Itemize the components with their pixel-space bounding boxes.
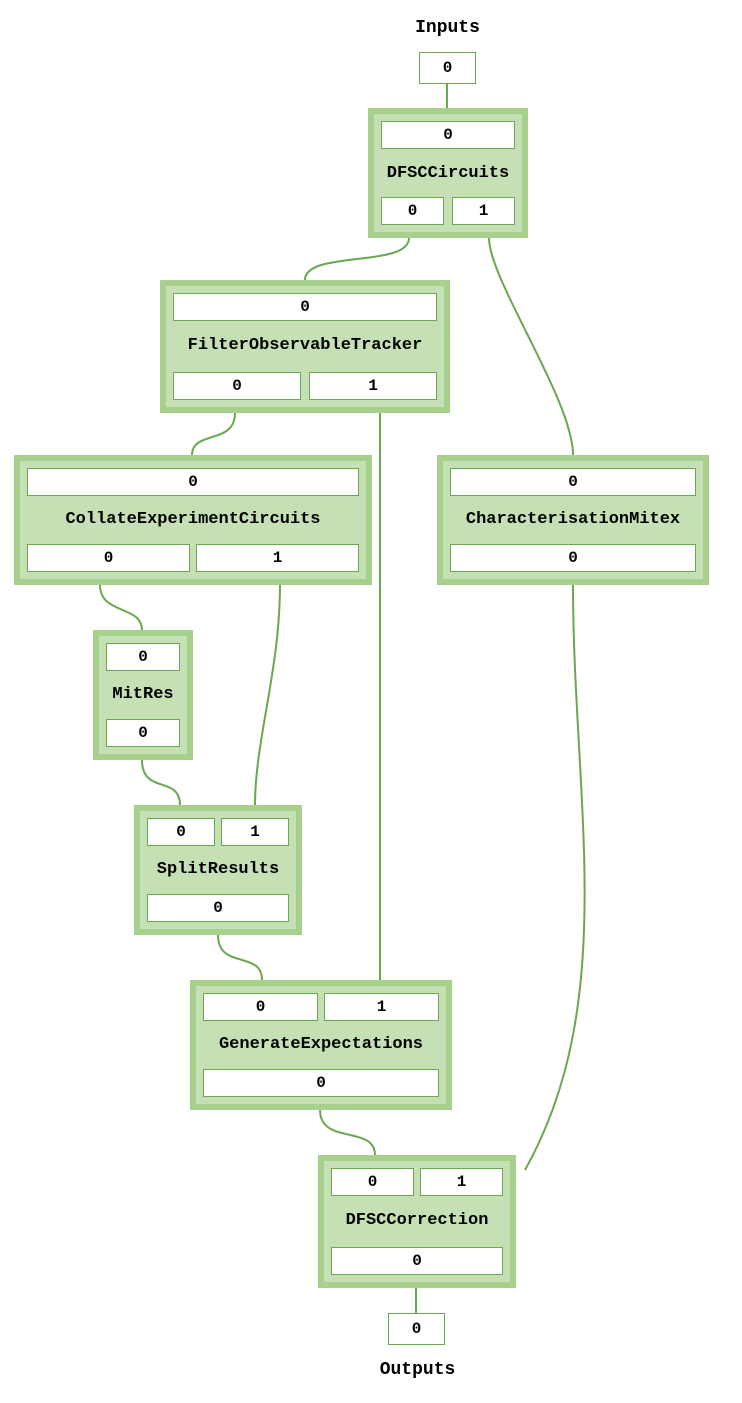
split-in-1: 1 (221, 818, 289, 846)
dfsc-circuits-title: DFSCCircuits (374, 164, 522, 183)
collate-out-0: 0 (27, 544, 190, 572)
genexp-out-0: 0 (203, 1069, 439, 1097)
inputs-title: Inputs (400, 18, 495, 38)
node-filter-observable-tracker: 0 FilterObservableTracker 0 1 (160, 280, 450, 413)
node-dfsc-correction: 0 1 DFSCCorrection 0 (318, 1155, 516, 1288)
node-collate-experiment-circuits: 0 CollateExperimentCircuits 0 1 (14, 455, 372, 585)
filter-obs-in-0: 0 (173, 293, 437, 321)
input-port: 0 (419, 52, 476, 84)
genexp-title: GenerateExpectations (196, 1035, 446, 1054)
split-title: SplitResults (140, 860, 296, 879)
collate-in-0: 0 (27, 468, 359, 496)
split-in-0: 0 (147, 818, 215, 846)
char-mitex-in-0: 0 (450, 468, 696, 496)
mitres-out-0: 0 (106, 719, 180, 747)
split-out-0: 0 (147, 894, 289, 922)
char-mitex-title: CharacterisationMitex (443, 510, 703, 529)
mitres-in-0: 0 (106, 643, 180, 671)
dfsccorr-out-0: 0 (331, 1247, 503, 1275)
dfsc-circuits-out-0: 0 (381, 197, 444, 225)
node-characterisation-mitex: 0 CharacterisationMitex 0 (437, 455, 709, 585)
collate-out-1: 1 (196, 544, 359, 572)
filter-obs-out-0: 0 (173, 372, 301, 400)
filter-obs-title: FilterObservableTracker (166, 336, 444, 355)
node-generate-expectations: 0 1 GenerateExpectations 0 (190, 980, 452, 1110)
dfsc-circuits-out-1: 1 (452, 197, 515, 225)
genexp-in-0: 0 (203, 993, 318, 1021)
dfsc-circuits-in-0: 0 (381, 121, 515, 149)
mitres-title: MitRes (99, 685, 187, 704)
filter-obs-out-1: 1 (309, 372, 437, 400)
dfsccorr-in-0: 0 (331, 1168, 414, 1196)
char-mitex-out-0: 0 (450, 544, 696, 572)
genexp-in-1: 1 (324, 993, 439, 1021)
dfsccorr-in-1: 1 (420, 1168, 503, 1196)
collate-title: CollateExperimentCircuits (20, 510, 366, 529)
node-mitres: 0 MitRes 0 (93, 630, 193, 760)
output-port: 0 (388, 1313, 445, 1345)
node-dfsc-circuits: 0 DFSCCircuits 0 1 (368, 108, 528, 238)
dfsccorr-title: DFSCCorrection (324, 1211, 510, 1230)
node-split-results: 0 1 SplitResults 0 (134, 805, 302, 935)
outputs-title: Outputs (360, 1360, 475, 1380)
